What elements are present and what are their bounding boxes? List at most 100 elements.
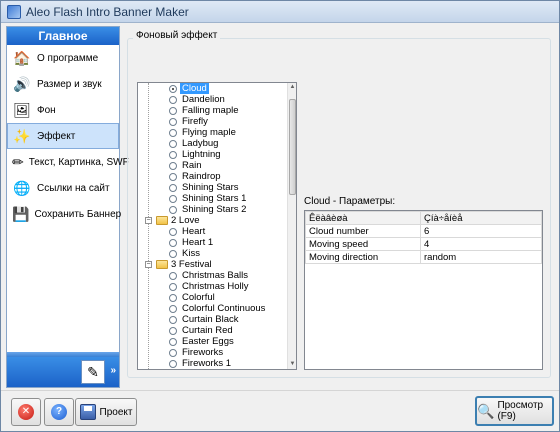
radio-icon[interactable]: [169, 106, 177, 115]
param-value[interactable]: 4: [420, 237, 542, 251]
tree-item[interactable]: Fireworks: [138, 347, 296, 358]
tree-item-label: Curtain Black: [182, 314, 239, 325]
param-value[interactable]: random: [420, 250, 542, 264]
radio-icon[interactable]: [169, 337, 177, 346]
scroll-thumb[interactable]: [289, 99, 296, 195]
sidebar-item-2[interactable]: 🖼 Фон: [7, 97, 119, 123]
exit-button[interactable]: ✕: [11, 398, 41, 426]
sidebar-item-label: Ссылки на сайт: [37, 182, 110, 194]
param-value[interactable]: 6: [420, 224, 542, 238]
radio-icon[interactable]: [169, 359, 177, 368]
radio-icon[interactable]: [169, 282, 177, 291]
tree-item[interactable]: Dandelion: [138, 94, 296, 105]
tree-item[interactable]: Colorful Continuous: [138, 303, 296, 314]
sidebar-item-4[interactable]: ✏ Текст, Картинка, SWF: [7, 149, 129, 175]
preview-button[interactable]: 🔍 Просмотр (F9): [475, 396, 554, 426]
radio-icon[interactable]: [169, 304, 177, 313]
tree-item-label: Kiss: [182, 248, 200, 259]
tree-item-label: Falling maple: [182, 105, 239, 116]
tree-item[interactable]: Easter Eggs: [138, 336, 296, 347]
tree-item[interactable]: Falling maple: [138, 105, 296, 116]
tree-item[interactable]: Curtain Black: [138, 314, 296, 325]
collapse-icon[interactable]: −: [145, 261, 152, 268]
tree-item[interactable]: Ladybug: [138, 138, 296, 149]
radio-icon[interactable]: [169, 95, 177, 104]
folder-icon: [156, 216, 168, 225]
param-row[interactable]: Cloud number 6: [305, 224, 542, 238]
scroll-down-icon[interactable]: ▼: [288, 360, 297, 369]
tree-item-label: Fireworks 1: [182, 358, 232, 369]
radio-icon[interactable]: [169, 128, 177, 137]
radio-icon[interactable]: [169, 183, 177, 192]
tree-item[interactable]: Rain: [138, 160, 296, 171]
home-icon: 🏠: [13, 49, 31, 66]
title-bar[interactable]: Aleo Flash Intro Banner Maker: [1, 1, 559, 23]
radio-icon[interactable]: [169, 326, 177, 335]
tree-item-label: Lightning: [182, 149, 221, 160]
tree-item[interactable]: Lightning: [138, 149, 296, 160]
disk-icon: [79, 404, 96, 420]
more-arrow-icon[interactable]: »: [110, 365, 116, 376]
radio-icon[interactable]: [169, 315, 177, 324]
tree-item[interactable]: Shining Stars 2: [138, 204, 296, 215]
column-header-key[interactable]: Êëàâèøà: [305, 211, 421, 225]
tree-item-label: Heart 1: [182, 237, 214, 248]
tree-item[interactable]: Cloud: [138, 83, 296, 94]
radio-icon[interactable]: [169, 205, 177, 214]
edit-banner-icon[interactable]: ✎: [81, 360, 105, 384]
tree-item-label: Shining Stars 1: [182, 193, 247, 204]
radio-icon[interactable]: [169, 117, 177, 126]
sidebar-nav: 🏠 О программе 🔊 Размер и звук 🖼 Фон ✨ Эффект ✏ Те…: [7, 45, 129, 227]
radio-checked-icon[interactable]: [169, 84, 177, 93]
save-banner-icon: 💾: [12, 205, 30, 222]
radio-icon[interactable]: [169, 348, 177, 357]
sidebar-item-6[interactable]: 💾 Сохранить Баннер: [7, 201, 122, 227]
sidebar-item-3[interactable]: ✨ Эффект: [7, 123, 119, 149]
radio-icon[interactable]: [169, 227, 177, 236]
tree-item[interactable]: Kiss: [138, 248, 296, 259]
radio-icon[interactable]: [169, 150, 177, 159]
radio-icon[interactable]: [169, 271, 177, 280]
radio-icon[interactable]: [169, 249, 177, 258]
tree-item[interactable]: Shining Stars 1: [138, 193, 296, 204]
window-title: Aleo Flash Intro Banner Maker: [26, 4, 189, 19]
param-row[interactable]: Moving direction random: [305, 250, 542, 264]
params-grid[interactable]: Êëàâèøà Çíà÷åíèå Cloud number 6 Moving spe…: [304, 210, 543, 370]
sidebar-item-0[interactable]: 🏠 О программе: [7, 45, 119, 71]
sidebar-item-label: Сохранить Баннер: [34, 208, 122, 220]
globe-icon: 🌐: [13, 179, 31, 196]
tree-item[interactable]: Firefly: [138, 116, 296, 127]
tree-item[interactable]: Raindrop: [138, 171, 296, 182]
column-header-value[interactable]: Çíà÷åíèå: [420, 211, 542, 225]
param-row[interactable]: Moving speed 4: [305, 237, 542, 251]
tree-item[interactable]: Heart 1: [138, 237, 296, 248]
radio-icon[interactable]: [169, 172, 177, 181]
effect-sparkle-icon: ✨: [13, 127, 31, 144]
tree-item[interactable]: Christmas Balls: [138, 270, 296, 281]
radio-icon[interactable]: [169, 293, 177, 302]
help-button[interactable]: ?: [44, 398, 74, 426]
radio-icon[interactable]: [169, 139, 177, 148]
tree-item[interactable]: Christmas Holly: [138, 281, 296, 292]
tree-item-label: Christmas Balls: [182, 270, 248, 281]
sidebar-item-label: Текст, Картинка, SWF: [28, 156, 129, 168]
sidebar-item-5[interactable]: 🌐 Ссылки на сайт: [7, 175, 119, 201]
radio-icon[interactable]: [169, 161, 177, 170]
radio-icon[interactable]: [169, 194, 177, 203]
radio-icon[interactable]: [169, 238, 177, 247]
collapse-icon[interactable]: −: [145, 217, 152, 224]
project-button[interactable]: Проект: [75, 398, 137, 426]
tree-scrollbar[interactable]: ▲ ▼: [287, 83, 296, 369]
tree-item[interactable]: Shining Stars: [138, 182, 296, 193]
tree-item[interactable]: Flying maple: [138, 127, 296, 138]
tree-item[interactable]: Heart: [138, 226, 296, 237]
tree-item[interactable]: Colorful: [138, 292, 296, 303]
scroll-up-icon[interactable]: ▲: [288, 83, 297, 92]
tree-item[interactable]: Curtain Red: [138, 325, 296, 336]
tree-item[interactable]: Fireworks 1: [138, 358, 296, 369]
speaker-icon: 🔊: [13, 75, 31, 92]
effect-tree[interactable]: Cloud Dandelion Falling maple Firefly Flying…: [137, 82, 297, 370]
sidebar-item-1[interactable]: 🔊 Размер и звук: [7, 71, 119, 97]
tree-category[interactable]: − 3 Festival: [138, 259, 296, 270]
tree-category[interactable]: − 2 Love: [138, 215, 296, 226]
